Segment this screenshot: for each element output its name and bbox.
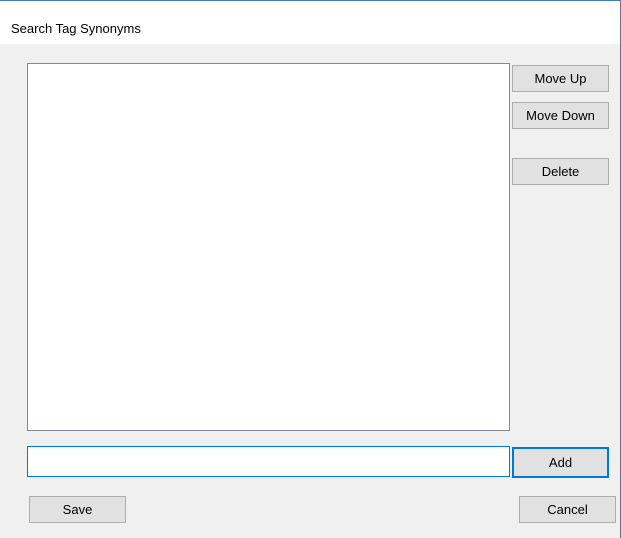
add-button[interactable]: Add xyxy=(512,447,609,478)
save-button[interactable]: Save xyxy=(29,496,126,523)
synonym-input[interactable] xyxy=(27,446,510,477)
dialog-window: Search Tag Synonyms Move Up Move Down De… xyxy=(0,0,621,538)
window-title: Search Tag Synonyms xyxy=(11,21,141,36)
move-down-button[interactable]: Move Down xyxy=(512,102,609,129)
delete-button[interactable]: Delete xyxy=(512,158,609,185)
move-up-button[interactable]: Move Up xyxy=(512,65,609,92)
title-bar[interactable]: Search Tag Synonyms xyxy=(0,0,620,44)
cancel-button[interactable]: Cancel xyxy=(519,496,616,523)
synonyms-listbox[interactable] xyxy=(27,63,510,431)
